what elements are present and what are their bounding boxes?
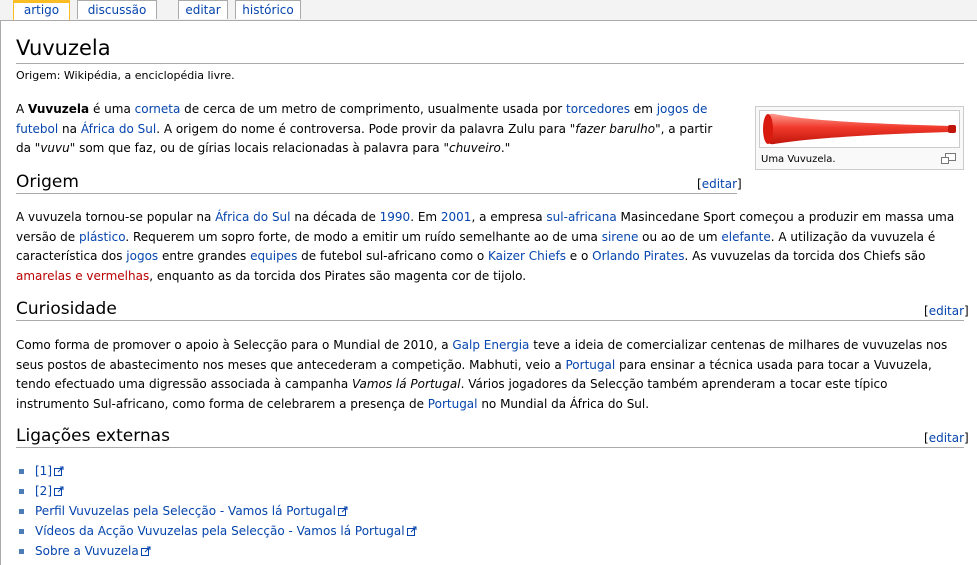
text: , a empresa: [471, 210, 547, 224]
section-divider: [16, 320, 964, 321]
link-elefante[interactable]: elefante: [721, 230, 770, 244]
text: . As vuvuzelas da torcida dos Chiefs são: [684, 249, 926, 263]
link-africa-do-sul[interactable]: África do Sul: [81, 122, 156, 136]
italic-text: chuveiro: [448, 141, 501, 155]
edit-link[interactable]: editar: [702, 177, 737, 191]
text: , enquanto as da torcida dos Pirates são…: [149, 268, 527, 283]
section-heading-origem: Origem: [16, 172, 79, 192]
link-galp-energia[interactable]: Galp Energia: [452, 338, 529, 352]
intro-paragraph: A Vuvuzela é uma corneta de cerca de um …: [16, 100, 728, 159]
text: e o: [565, 249, 593, 263]
external-link-perfil-vuvuzelas[interactable]: Perfil Vuvuzelas pela Selecção - Vamos l…: [35, 504, 336, 518]
title-divider: [16, 63, 964, 64]
edit-section-ligacoes: [editar]: [924, 431, 969, 445]
magnify-clip-icon[interactable]: [941, 153, 956, 164]
text: no Mundial da África do Sul.: [477, 396, 650, 411]
external-link-2[interactable]: [2]: [35, 484, 52, 498]
text: Como forma de promover o apoio à Selecçã…: [16, 338, 453, 352]
text: . A origem do nome é controversa. Pode p…: [156, 121, 576, 136]
article-content: Vuvuzela Origem: Wikipédia, a enciclopéd…: [0, 20, 977, 565]
text: . Em: [410, 210, 441, 224]
link-corneta[interactable]: corneta: [135, 102, 181, 116]
external-link-icon: [337, 506, 348, 516]
bullet-icon: [19, 489, 24, 494]
bullet-icon: [19, 529, 24, 534]
link-equipes[interactable]: equipes: [250, 249, 297, 263]
link-jogos[interactable]: jogos: [126, 249, 158, 263]
link-torcedores[interactable]: torcedores: [566, 102, 630, 116]
edit-section-curiosidade: [editar]: [924, 304, 969, 318]
text: A vuvuzela tornou-se popular na: [16, 210, 216, 224]
section-divider: [16, 193, 737, 194]
text: de cerca de um metro de comprimento, usu…: [180, 102, 567, 116]
link-plastico[interactable]: plástico: [79, 230, 125, 244]
thumbnail-caption: Uma Vuvuzela.: [761, 154, 836, 165]
external-link-icon: [54, 486, 64, 496]
edit-section-origem: [editar]: [697, 177, 742, 191]
text: de futebol sul-africano como o: [297, 249, 489, 263]
edit-link[interactable]: editar: [929, 431, 964, 445]
link-amarelas-e-vermelhas[interactable]: amarelas e vermelhas: [16, 269, 149, 283]
tab-label: discussão: [87, 3, 147, 17]
external-link-icon: [54, 466, 64, 476]
external-link-1[interactable]: [1]: [35, 464, 52, 478]
text: na década de: [290, 210, 380, 224]
tab-label: artigo: [23, 3, 60, 17]
link-portugal[interactable]: Portugal: [566, 358, 616, 372]
section-divider: [16, 447, 964, 448]
vuvuzela-image[interactable]: [759, 110, 960, 148]
text: é uma: [89, 102, 135, 116]
link-1990[interactable]: 1990: [380, 210, 411, 224]
text: ou ao de um: [638, 229, 722, 244]
tab-label: histórico: [242, 3, 294, 17]
link-sirene[interactable]: sirene: [602, 230, 639, 244]
external-link-sobre-vuvuzela[interactable]: Sobre a Vuvuzela: [35, 544, 139, 558]
origem-paragraph: A vuvuzela tornou-se popular na África d…: [16, 208, 964, 286]
text: .": [500, 141, 511, 155]
link-kaizer-chiefs[interactable]: Kaizer Chiefs: [488, 249, 566, 263]
text: . Requerem um sopro forte, de modo a emi…: [125, 229, 602, 244]
section-heading-curiosidade: Curiosidade: [16, 299, 117, 319]
vuvuzela-thumbnail: Uma Vuvuzela.: [755, 106, 964, 170]
italic-text: Vamos lá Portugal: [352, 377, 461, 391]
text: " som que faz, ou de gírias locais relac…: [69, 141, 449, 155]
bullet-icon: [19, 509, 24, 514]
text: em: [630, 102, 657, 116]
bullet-icon: [19, 549, 24, 554]
site-subtitle: Origem: Wikipédia, a enciclopédia livre.: [16, 69, 235, 82]
external-link-videos-accao[interactable]: Vídeos da Acção Vuvuzelas pela Selecção …: [35, 524, 405, 538]
text: na: [58, 121, 81, 136]
external-link-icon: [140, 546, 151, 556]
tab-editar[interactable]: editar: [178, 0, 228, 19]
link-sul-africana[interactable]: sul-africana: [546, 210, 616, 224]
curiosidade-paragraph: Como forma de promover o apoio à Selecçã…: [16, 336, 964, 414]
external-link-icon: [406, 526, 417, 536]
link-africa-do-sul[interactable]: África do Sul: [215, 210, 290, 224]
edit-link[interactable]: editar: [929, 304, 964, 318]
section-heading-ligacoes-externas: Ligações externas: [16, 426, 170, 446]
bullet-icon: [19, 469, 24, 474]
page-title: Vuvuzela: [16, 36, 111, 60]
tab-label: editar: [185, 3, 221, 17]
bold-term: Vuvuzela: [28, 102, 90, 116]
link-orlando-pirates[interactable]: Orlando Pirates: [592, 249, 684, 263]
link-portugal[interactable]: Portugal: [428, 397, 478, 411]
vuvuzela-horn-icon: [763, 113, 956, 145]
text: A: [16, 102, 29, 116]
tab-discussao[interactable]: discussão: [77, 0, 157, 19]
italic-text: fazer barulho: [575, 121, 656, 136]
tab-historico[interactable]: histórico: [235, 0, 301, 19]
link-2001[interactable]: 2001: [441, 210, 472, 224]
tab-artigo[interactable]: artigo: [13, 0, 70, 21]
italic-text: vuvu: [40, 141, 70, 155]
text: entre grandes: [158, 249, 251, 263]
